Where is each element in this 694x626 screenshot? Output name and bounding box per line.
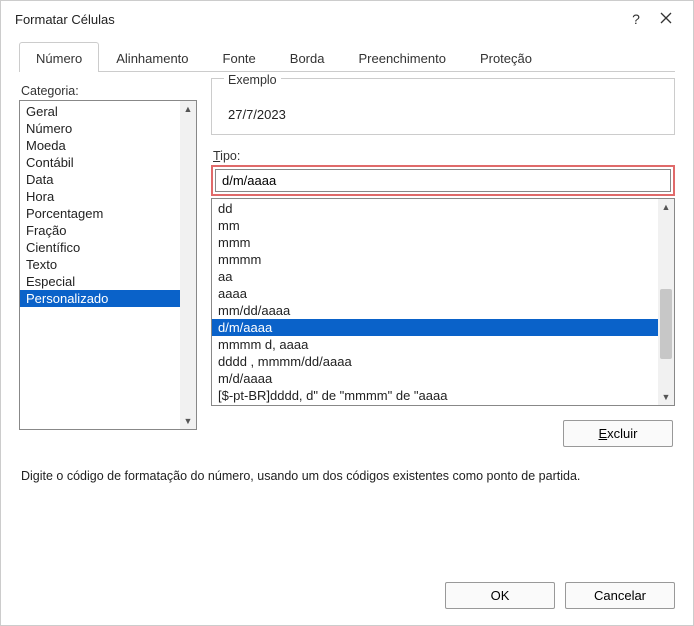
example-label: Exemplo (224, 73, 281, 87)
list-item[interactable]: aa (212, 268, 674, 285)
list-item[interactable]: aaaa (212, 285, 674, 302)
list-item[interactable]: Personalizado (20, 290, 196, 307)
close-icon (660, 12, 672, 24)
list-item[interactable]: mmm (212, 234, 674, 251)
category-listbox[interactable]: GeralNúmeroMoedaContábilDataHoraPorcenta… (19, 100, 197, 430)
content-area: NúmeroAlinhamentoFonteBordaPreenchimento… (1, 35, 693, 568)
tab-alinhamento[interactable]: Alinhamento (99, 42, 205, 72)
delete-button[interactable]: Excluir (563, 420, 673, 447)
tipo-input[interactable] (215, 169, 671, 192)
list-item[interactable]: dd (212, 200, 674, 217)
list-item[interactable]: Data (20, 171, 196, 188)
help-button[interactable]: ? (621, 11, 651, 27)
list-item[interactable]: Moeda (20, 137, 196, 154)
scroll-thumb[interactable] (660, 289, 672, 359)
list-item[interactable]: Fração (20, 222, 196, 239)
tab-fonte[interactable]: Fonte (206, 42, 273, 72)
list-item[interactable]: Especial (20, 273, 196, 290)
scrollbar[interactable]: ▲ ▼ (658, 199, 674, 405)
example-value: 27/7/2023 (224, 107, 662, 122)
dialog-window: Formatar Células ? NúmeroAlinhamentoFont… (0, 0, 694, 626)
list-item[interactable]: mmmm (212, 251, 674, 268)
list-item[interactable]: Número (20, 120, 196, 137)
scrollbar[interactable]: ▲ ▼ (180, 101, 196, 429)
tab-proteção[interactable]: Proteção (463, 42, 549, 72)
delete-row: Excluir (211, 420, 675, 447)
close-button[interactable] (651, 11, 681, 27)
list-item[interactable]: Porcentagem (20, 205, 196, 222)
titlebar: Formatar Células ? (1, 1, 693, 35)
list-item[interactable]: Texto (20, 256, 196, 273)
instruction-text: Digite o código de formatação do número,… (21, 469, 673, 483)
tab-número[interactable]: Número (19, 42, 99, 72)
list-item[interactable]: mm (212, 217, 674, 234)
list-item[interactable]: mm/dd/aaaa (212, 302, 674, 319)
tipo-highlight (211, 165, 675, 196)
list-item[interactable]: m/d/aaaa (212, 370, 674, 387)
scroll-up-icon[interactable]: ▲ (658, 199, 674, 215)
list-item[interactable]: dddd , mmmm/dd/aaaa (212, 353, 674, 370)
footer: OK Cancelar (1, 568, 693, 625)
columns: Categoria: GeralNúmeroMoedaContábilDataH… (19, 72, 675, 447)
list-item[interactable]: [$-pt-BR]dddd, d" de "mmmm" de "aaaa (212, 387, 674, 404)
scroll-down-icon[interactable]: ▼ (658, 389, 674, 405)
tab-preenchimento[interactable]: Preenchimento (341, 42, 462, 72)
ok-button[interactable]: OK (445, 582, 555, 609)
list-item[interactable]: Geral (20, 103, 196, 120)
list-item[interactable]: Contábil (20, 154, 196, 171)
tab-borda[interactable]: Borda (273, 42, 342, 72)
category-label: Categoria: (21, 84, 197, 98)
list-item[interactable]: mmmm d, aaaa (212, 336, 674, 353)
tab-strip: NúmeroAlinhamentoFonteBordaPreenchimento… (19, 41, 675, 72)
scroll-down-icon[interactable]: ▼ (180, 413, 196, 429)
cancel-button[interactable]: Cancelar (565, 582, 675, 609)
list-item[interactable]: Hora (20, 188, 196, 205)
list-item[interactable]: Científico (20, 239, 196, 256)
left-column: Categoria: GeralNúmeroMoedaContábilDataH… (19, 72, 197, 447)
dialog-title: Formatar Células (15, 12, 621, 27)
right-column: Exemplo 27/7/2023 Tipo: ddmmmmmmmmmaaaaa… (211, 72, 675, 447)
example-box: Exemplo 27/7/2023 (211, 78, 675, 135)
format-listbox[interactable]: ddmmmmmmmmmaaaaaamm/dd/aaaad/m/aaaammmm … (211, 198, 675, 406)
tipo-label: Tipo: (213, 149, 675, 163)
scroll-up-icon[interactable]: ▲ (180, 101, 196, 117)
list-item[interactable]: d/m/aaaa (212, 319, 674, 336)
